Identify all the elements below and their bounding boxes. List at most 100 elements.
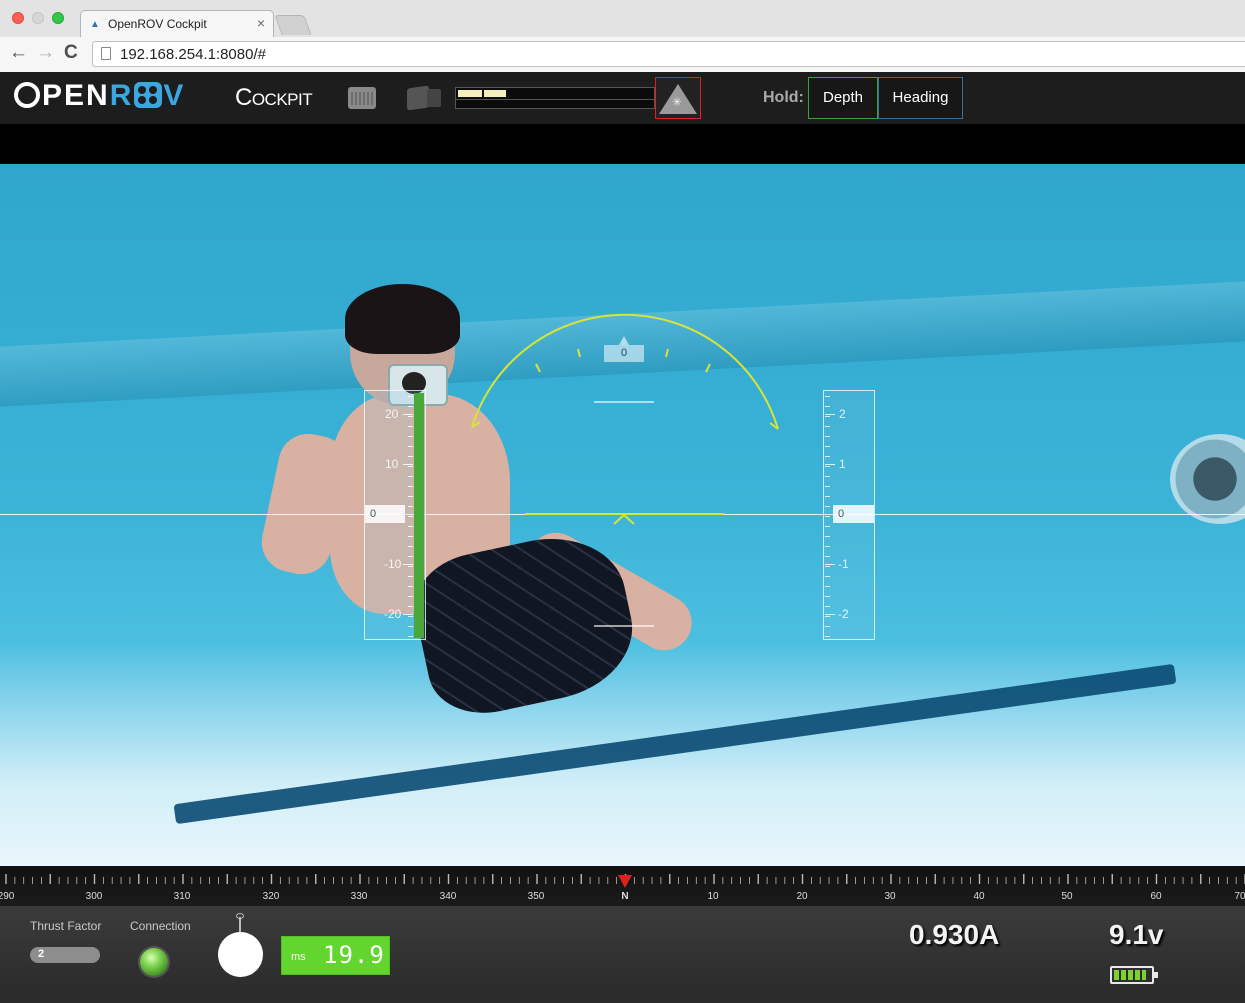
ladder-minor-tick: [408, 436, 413, 437]
back-button[interactable]: ←: [9, 42, 28, 64]
thrust-factor-control[interactable]: 2: [30, 947, 100, 963]
app-title: Cockpit: [235, 84, 313, 111]
ladder-minor-tick: [408, 456, 413, 457]
close-window-button[interactable]: [12, 12, 24, 24]
minimize-window-button[interactable]: [32, 12, 44, 24]
ladder-minor-tick: [408, 526, 413, 527]
ladder-minor-tick: [825, 586, 830, 587]
maximize-window-button[interactable]: [52, 12, 64, 24]
ladder-minor-tick: [408, 446, 413, 447]
latency-unit: ms: [291, 951, 306, 963]
compass-label: 350: [527, 891, 545, 902]
depth-tick: [403, 464, 413, 465]
ladder-minor-tick: [408, 516, 413, 517]
ladder-minor-tick: [408, 566, 413, 567]
compass-label: 30: [884, 891, 896, 902]
compass-label: 330: [350, 891, 368, 902]
pitch-tick-label: -2: [838, 607, 849, 621]
ladder-minor-tick: [408, 606, 413, 607]
ladder-minor-tick: [825, 416, 830, 417]
pitch-tick: [825, 614, 835, 615]
battery-level-fill: [1114, 970, 1146, 980]
link-quality-bar: [455, 87, 655, 109]
url-text: 192.168.254.1:8080/#: [120, 46, 266, 63]
pitch-tick: [825, 414, 835, 415]
ladder-minor-tick: [408, 426, 413, 427]
ladder-minor-tick: [825, 396, 830, 397]
new-tab-button[interactable]: [274, 15, 312, 35]
ladder-minor-tick: [408, 396, 413, 397]
forward-button[interactable]: →: [36, 42, 55, 64]
aircraft-reference-chevron: [613, 513, 635, 525]
hold-depth-button[interactable]: Depth: [808, 77, 878, 119]
pitch-tick: [825, 564, 835, 565]
connection-status-led-icon: [140, 948, 168, 976]
link-line: [456, 99, 654, 100]
tab-close-button[interactable]: ×: [257, 15, 265, 31]
ladder-minor-tick: [825, 456, 830, 457]
depth-tick-label: 10: [385, 457, 399, 471]
ladder-minor-tick: [408, 596, 413, 597]
logo-o-ring: [14, 82, 40, 108]
voltage-readout: 9.1v: [1109, 919, 1164, 950]
ladder-minor-tick: [825, 406, 830, 407]
ladder-minor-tick: [825, 606, 830, 607]
pitch-tick-label: -1: [838, 557, 849, 571]
camera-video-feed: 0 20 10 -10 -20 0 2 1 -1 -2 0: [0, 164, 1245, 866]
ladder-minor-tick: [825, 526, 830, 527]
ladder-minor-tick: [825, 446, 830, 447]
depth-tick: [403, 414, 413, 415]
roll-pointer: [619, 336, 629, 345]
ladder-minor-tick: [825, 426, 830, 427]
pitch-marker: 0: [833, 505, 874, 523]
hold-heading-button[interactable]: Heading: [878, 77, 963, 119]
depth-marker: 0: [365, 505, 405, 523]
laser-toggle-button[interactable]: ✳: [655, 77, 701, 119]
ladder-minor-tick: [408, 486, 413, 487]
compass-label: 340: [439, 891, 457, 902]
roll-tick: [535, 363, 541, 373]
laser-burst-icon: ✳: [672, 95, 683, 109]
compass-label-north: N: [621, 891, 629, 902]
ladder-minor-tick: [825, 596, 830, 597]
thrust-factor-label: Thrust Factor: [30, 919, 102, 933]
ladder-minor-tick: [408, 536, 413, 537]
browser-toolbar: ← → C 192.168.254.1:8080/#: [0, 37, 1245, 72]
keyboard-icon[interactable]: [348, 87, 376, 109]
ladder-minor-tick: [825, 576, 830, 577]
hold-label: Hold:: [763, 89, 804, 106]
ladder-minor-tick: [408, 406, 413, 407]
ladder-minor-tick: [408, 466, 413, 467]
ladder-minor-tick: [408, 506, 413, 507]
ladder-minor-tick: [825, 466, 830, 467]
compass-label: 70: [1234, 891, 1245, 902]
ladder-minor-tick: [825, 516, 830, 517]
browser-chrome: ▲ OpenROV Cockpit × ← → C 192.168.254.1:…: [0, 0, 1245, 73]
ladder-minor-tick: [408, 416, 413, 417]
compass-label: 310: [173, 891, 191, 902]
logo-pen: PEN: [42, 79, 110, 112]
link-segment: [484, 90, 506, 97]
ladder-minor-tick: [825, 566, 830, 567]
depth-tick: [403, 614, 413, 615]
page-icon: [101, 47, 111, 60]
logo-r: R: [109, 79, 134, 112]
connection-label: Connection: [130, 919, 191, 933]
address-bar[interactable]: 192.168.254.1:8080/#: [92, 41, 1245, 67]
depth-tick-label: 20: [385, 407, 399, 421]
compass-label: 10: [707, 891, 719, 902]
favicon-icon: ▲: [90, 19, 100, 30]
link-segment: [458, 90, 482, 97]
video-camera-icon[interactable]: [407, 85, 441, 111]
ladder-minor-tick: [408, 626, 413, 627]
thrust-factor-value: 2: [38, 948, 45, 960]
logo-rov-o-icon: [134, 82, 163, 108]
ladder-minor-tick: [408, 546, 413, 547]
reload-button[interactable]: C: [64, 42, 78, 64]
ladder-minor-tick: [825, 636, 830, 637]
heading-compass: 290 300 310 320 330 340 350 N 10 20 30 4…: [0, 866, 1245, 906]
heading-marker-icon: [618, 875, 632, 888]
ladder-minor-tick: [825, 436, 830, 437]
browser-tab[interactable]: ▲ OpenROV Cockpit ×: [80, 10, 274, 37]
pitch-tick: [825, 464, 835, 465]
